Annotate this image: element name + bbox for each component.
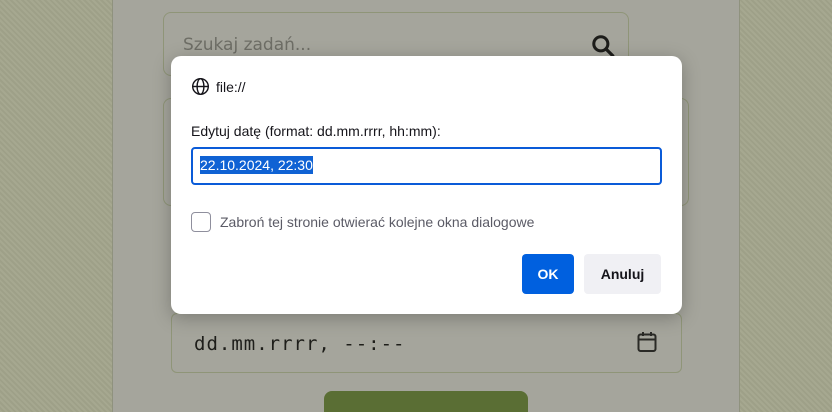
ok-button[interactable]: OK [522,254,574,294]
dialog-origin: file:// [191,77,246,96]
suppress-dialogs-label: Zabroń tej stronie otwierać kolejne okna… [220,214,535,230]
dialog-message: Edytuj datę (format: dd.mm.rrrr, hh:mm): [191,123,441,139]
submit-button[interactable] [324,391,528,412]
search-placeholder: Szukaj zadań... [183,35,312,55]
cancel-button[interactable]: Anuluj [584,254,661,294]
date-time-placeholder: dd.mm.rrrr, --:-- [194,333,406,355]
prompt-dialog: file:// Edytuj datę (format: dd.mm.rrrr,… [171,56,682,314]
dialog-input-field[interactable]: 22.10.2024, 22:30 [191,147,662,185]
suppress-dialogs-option[interactable]: Zabroń tej stronie otwierać kolejne okna… [191,212,534,232]
date-time-input[interactable]: dd.mm.rrrr, --:-- [171,313,682,373]
dialog-origin-text: file:// [216,78,246,95]
globe-icon [191,77,210,96]
dialog-input-selected-text: 22.10.2024, 22:30 [200,156,313,174]
calendar-icon[interactable] [637,331,657,353]
suppress-dialogs-checkbox[interactable] [191,212,211,232]
